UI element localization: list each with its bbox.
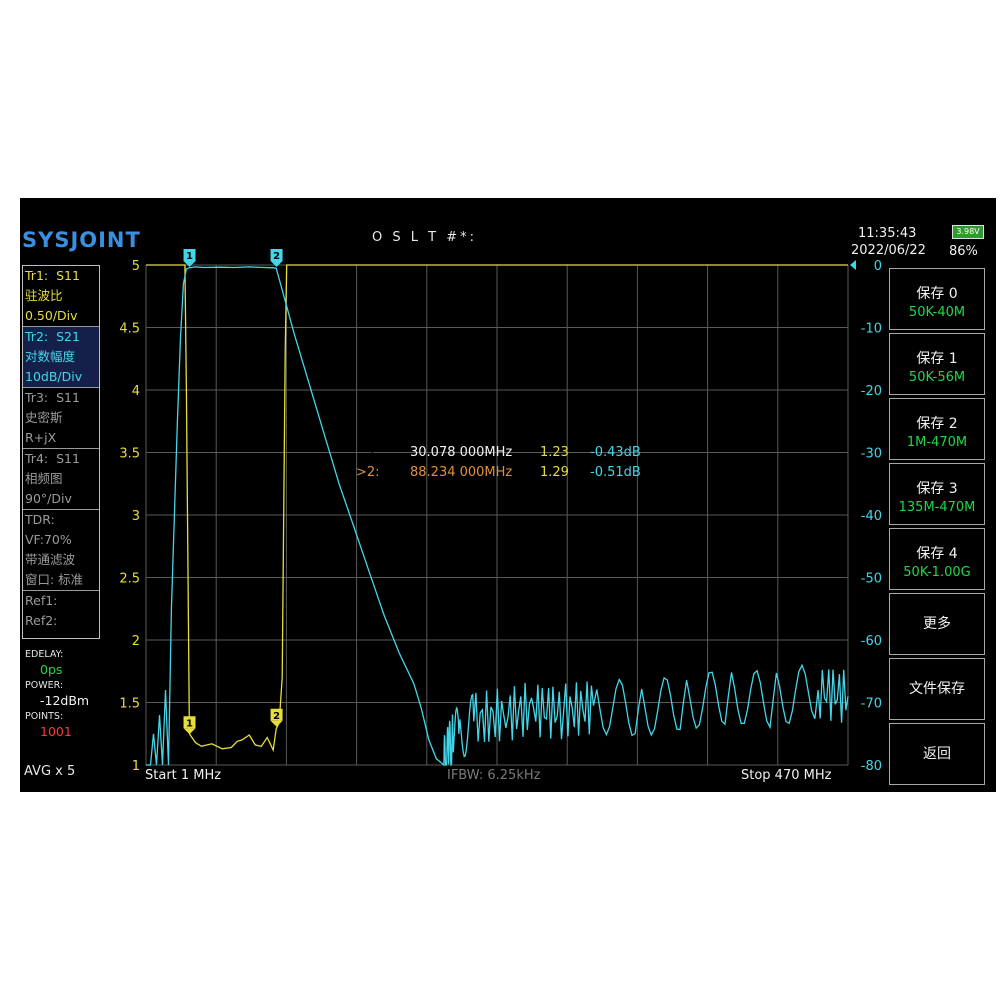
- right-tick-label: -80: [861, 759, 882, 774]
- save-4-range: 50K-1.00G: [903, 565, 971, 580]
- right-tick-label: -20: [861, 384, 882, 399]
- marker-layer: 1 1 2 2: [183, 249, 283, 735]
- save-1-label: 保存 1: [916, 351, 958, 367]
- save-2-button[interactable]: 保存 2 1M-470M: [889, 398, 985, 460]
- left-tick-label: 4.5: [119, 322, 140, 337]
- save-1-range: 50K-56M: [908, 370, 966, 385]
- right-tick-label: -70: [861, 697, 882, 712]
- save-3-label: 保存 3: [916, 481, 958, 497]
- right-axis-ticks: 0 -10 -20 -30 -40 -50 -60 -70 -80: [850, 259, 882, 774]
- save-0-label: 保存 0: [916, 286, 958, 302]
- left-tick-label: 1.5: [119, 697, 140, 712]
- reference-arrow-icon: [850, 260, 856, 270]
- marker-1-s21-number: 1: [186, 251, 193, 262]
- ifbw-label: IFBW: 6.25kHz: [447, 768, 541, 783]
- save-3-range: 135M-470M: [898, 500, 976, 515]
- left-tick-label: 5: [132, 259, 140, 274]
- save-0-button[interactable]: 保存 0 50K-40M: [889, 268, 985, 330]
- marker-1-swr-number: 1: [186, 718, 193, 729]
- right-tick-label: -30: [861, 447, 882, 462]
- save-2-range: 1M-470M: [906, 435, 968, 450]
- marker-2-s21-number: 2: [273, 251, 280, 262]
- right-tick-label: 0: [874, 259, 882, 274]
- right-tick-label: -10: [861, 322, 882, 337]
- plot-area[interactable]: 5 4.5 4 3.5 3 2.5 2 1.5 1 0 -10 -20 -30 -40 -50 -60 -70…: [20, 198, 996, 792]
- left-tick-label: 3: [132, 509, 140, 524]
- save-4-button[interactable]: 保存 4 50K-1.00G: [889, 528, 985, 590]
- save-4-label: 保存 4: [916, 546, 958, 562]
- more-label: 更多: [923, 616, 951, 632]
- left-tick-label: 3.5: [119, 447, 140, 462]
- save-3-button[interactable]: 保存 3 135M-470M: [889, 463, 985, 525]
- right-tick-label: -50: [861, 572, 882, 587]
- more-button[interactable]: 更多: [889, 593, 985, 655]
- left-tick-label: 4: [132, 384, 140, 399]
- save-2-label: 保存 2: [916, 416, 958, 432]
- file-save-button[interactable]: 文件保存: [889, 658, 985, 720]
- marker-2-swr-number: 2: [273, 711, 280, 722]
- save-1-button[interactable]: 保存 1 50K-56M: [889, 333, 985, 395]
- left-axis-ticks: 5 4.5 4 3.5 3 2.5 2 1.5 1: [119, 259, 140, 774]
- vna-screen: SYSJOINT O S L T #*: 11:35:43 2022/06/22…: [20, 198, 996, 792]
- save-0-range: 50K-40M: [908, 305, 966, 320]
- back-button[interactable]: 返回: [889, 723, 985, 785]
- left-tick-label: 2.5: [119, 572, 140, 587]
- left-tick-label: 2: [132, 634, 140, 649]
- right-tick-label: -60: [861, 634, 882, 649]
- left-tick-label: 1: [132, 759, 140, 774]
- right-tick-label: -40: [861, 509, 882, 524]
- file-save-label: 文件保存: [909, 681, 965, 697]
- back-label: 返回: [923, 746, 951, 762]
- stop-frequency[interactable]: Stop 470 MHz: [741, 768, 831, 783]
- start-frequency[interactable]: Start 1 MHz: [145, 768, 221, 783]
